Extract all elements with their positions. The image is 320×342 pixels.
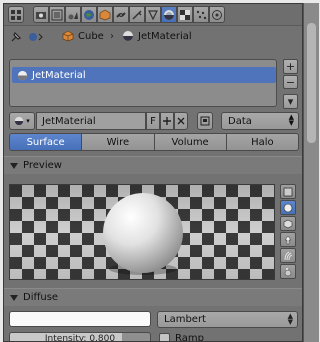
breadcrumb-material: JetMaterial (122, 30, 192, 42)
add-slot-button[interactable]: + (283, 59, 298, 74)
properties-editor: Cube › JetMaterial JetMaterial + − ▾ ▾ J… (3, 3, 303, 342)
close-icon (177, 117, 185, 125)
texture-tab[interactable] (177, 6, 193, 23)
scrollbar-thumb[interactable] (307, 23, 316, 143)
modifiers-icon (132, 9, 142, 20)
material-preview (9, 184, 275, 280)
ramp-label: Ramp (175, 333, 204, 342)
particles-icon (196, 10, 207, 19)
cube-icon (62, 30, 74, 42)
ramp-checkbox[interactable] (159, 333, 170, 341)
link-mode-label: Data (228, 115, 252, 127)
material-slot-item[interactable]: JetMaterial (12, 67, 276, 83)
nodes-icon (200, 116, 210, 126)
monkey-icon (284, 235, 292, 244)
unlink-material-button[interactable] (174, 112, 188, 130)
tab-wire[interactable]: Wire (82, 133, 155, 151)
material-datablock-row: ▾ JetMaterial F Data ▲ ▼ (9, 112, 299, 130)
material-icon (15, 116, 24, 126)
updown-arrows-icon: ▲ ▼ (287, 312, 293, 326)
tab-volume[interactable]: Volume (154, 133, 227, 151)
plane-icon (283, 187, 293, 196)
object-icon (99, 9, 111, 20)
breadcrumb-material-label: JetMaterial (138, 30, 192, 42)
material-type-tabs: Surface Wire Volume Halo (9, 133, 299, 151)
diffuse-panel-header[interactable]: Diffuse (4, 288, 302, 306)
grid-view-icon (11, 9, 21, 20)
tab-halo[interactable]: Halo (226, 133, 299, 151)
preview-monkey-button[interactable] (280, 232, 296, 247)
material-slot-list[interactable]: JetMaterial (9, 59, 277, 107)
link-mode-select[interactable]: Data ▲ ▼ (221, 112, 299, 130)
remove-slot-button[interactable]: − (283, 74, 298, 90)
ramp-toggle[interactable]: Ramp (159, 333, 204, 342)
sphere-icon (283, 203, 293, 212)
intensity-label: Intensity: 0.800 (44, 334, 116, 342)
render-icon (36, 11, 46, 19)
render-tab[interactable] (33, 6, 49, 23)
breadcrumb: Cube › JetMaterial (4, 26, 302, 48)
diffuse-shader-select[interactable]: Lambert ▲ ▼ (157, 311, 298, 328)
material-name-field[interactable]: JetMaterial (36, 112, 146, 130)
physics-icon (212, 9, 222, 20)
plus-icon (163, 117, 171, 125)
diffuse-shader-label: Lambert (164, 314, 206, 325)
fake-user-button[interactable]: F (146, 112, 160, 130)
diffuse-color-swatch[interactable] (9, 311, 151, 327)
constraints-tab[interactable] (113, 6, 129, 23)
material-slot-label: JetMaterial (32, 69, 86, 81)
modifiers-tab[interactable] (129, 6, 145, 23)
preview-plane-button[interactable] (280, 184, 296, 199)
collapse-triangle-icon (10, 162, 18, 169)
preview-cube-button[interactable] (280, 216, 296, 231)
preview-sky-button[interactable] (280, 264, 296, 279)
scene-tab[interactable] (65, 6, 81, 23)
material-tab[interactable] (161, 6, 177, 23)
material-icon (123, 31, 133, 41)
hair-icon (284, 251, 293, 260)
preview-panel-header[interactable]: Preview (4, 156, 302, 174)
material-icon (17, 70, 28, 80)
preview-hair-button[interactable] (280, 248, 296, 263)
diffuse-panel-title: Diffuse (23, 292, 59, 303)
constraints-icon (116, 11, 126, 18)
world-icon (84, 9, 94, 20)
render-layers-tab[interactable] (49, 6, 65, 23)
physics-tab[interactable] (209, 6, 225, 23)
texture-icon (180, 9, 190, 20)
node-toggle-button[interactable] (197, 112, 213, 130)
vertical-scrollbar[interactable] (303, 3, 319, 342)
diffuse-intensity-slider[interactable]: Intensity: 0.800 (9, 332, 151, 342)
context-toolbar (4, 4, 302, 26)
sky-icon (284, 267, 292, 276)
chevron-down-icon: ▾ (26, 117, 30, 125)
tab-surface[interactable]: Surface (9, 133, 83, 151)
data-icon (148, 9, 158, 20)
updown-arrows-icon: ▲ ▼ (288, 113, 294, 127)
particles-tab[interactable] (193, 6, 209, 23)
preview-panel-title: Preview (23, 160, 62, 171)
cube-icon (283, 219, 293, 228)
chevron-right-icon: › (110, 31, 114, 42)
scene-icon (68, 11, 78, 19)
slot-buttons: + − ▾ (283, 59, 298, 110)
world-tab[interactable] (81, 6, 97, 23)
data-tab[interactable] (145, 6, 161, 23)
pin-toggle-button[interactable] (8, 6, 24, 23)
pin-icon[interactable] (10, 31, 22, 46)
new-material-button[interactable] (160, 112, 174, 130)
preview-render (10, 185, 274, 279)
collapse-triangle-icon (10, 294, 18, 301)
breadcrumb-object: Cube (62, 30, 104, 42)
object-tab[interactable] (97, 6, 113, 23)
browse-material-button[interactable]: ▾ (9, 112, 35, 130)
scene-browse-icon[interactable] (28, 30, 44, 47)
material-icon (164, 9, 174, 20)
slot-specials-button[interactable]: ▾ (283, 94, 298, 110)
preview-shape-buttons (280, 184, 296, 279)
breadcrumb-object-label: Cube (78, 30, 104, 42)
preview-sphere-button[interactable] (280, 200, 296, 215)
render-layers-icon (51, 9, 63, 20)
